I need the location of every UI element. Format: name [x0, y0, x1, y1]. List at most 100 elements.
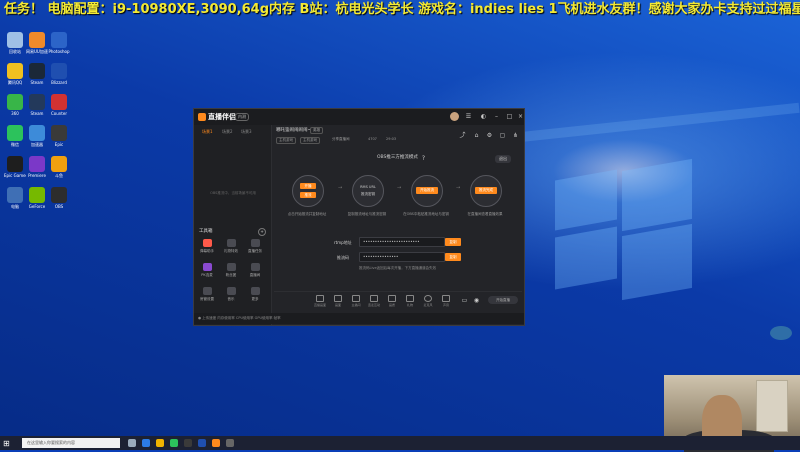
desktop-icon[interactable]: Blizzard — [48, 63, 70, 89]
share-link-icon[interactable]: ⋔ — [511, 131, 520, 140]
start-live-button[interactable]: 开播 — [300, 183, 316, 189]
record-icon[interactable]: ◉ — [472, 296, 481, 305]
bottom-item-screen[interactable]: 直播画面 — [314, 295, 326, 307]
stream-title[interactable]: 哪吒鉴闹闹闹闹~ — [276, 127, 311, 133]
gear-icon[interactable]: ⚙ — [485, 131, 494, 140]
stream-tag[interactable]: 主机游戏 — [300, 137, 320, 144]
tool-task[interactable]: 直播任务 — [245, 239, 265, 257]
avatar[interactable] — [450, 112, 459, 121]
steam-icon[interactable] — [184, 439, 192, 447]
tool-label: 直播间 — [249, 273, 261, 277]
tool-admin[interactable]: 房管设置 — [197, 287, 217, 305]
toolbox-settings-icon[interactable]: + — [258, 228, 266, 236]
minimize-icon[interactable]: – — [492, 112, 501, 121]
wallpaper-pane — [555, 226, 617, 290]
tool-fans[interactable]: 粉丝团 — [221, 263, 241, 281]
obs-icon[interactable] — [226, 439, 234, 447]
desktop-icon[interactable]: 斗鱼 — [48, 156, 70, 182]
wechat-icon[interactable] — [170, 439, 178, 447]
tool-label: PK连麦 — [201, 273, 213, 277]
windows-start-icon[interactable]: ⊞ — [3, 439, 10, 448]
maximize-icon[interactable]: □ — [505, 112, 514, 121]
desktop-icon[interactable]: Epic — [48, 125, 70, 151]
share-room-link[interactable]: 分享直播间 — [332, 137, 350, 142]
desktop-icon[interactable]: 回收站 — [4, 32, 26, 58]
desktop-app-icon — [29, 63, 45, 79]
desktop-icon[interactable]: 腾讯QQ — [4, 63, 26, 89]
speaker-icon — [442, 295, 450, 302]
step-node-1: 开播 推流 — [292, 175, 324, 207]
desktop-icon[interactable]: Steam — [26, 63, 48, 89]
live-companion-icon[interactable] — [212, 439, 220, 447]
bottom-item-quality[interactable]: 画质 — [386, 295, 398, 307]
help-icon[interactable]: ? — [419, 154, 428, 163]
bottom-item-room[interactable]: 主播间 — [350, 295, 362, 307]
tab-scene-3[interactable]: 场景3 — [241, 129, 252, 135]
stream-tag[interactable]: 主机游戏 — [276, 137, 296, 144]
push-done-button[interactable]: 推流完成 — [475, 187, 497, 194]
exit-mode-button[interactable]: 退出 — [495, 155, 511, 163]
desktop-icon[interactable]: Steam — [26, 94, 48, 120]
toolbox-title: 工具箱 — [199, 229, 213, 234]
lock-icon[interactable]: ⌂ — [472, 131, 481, 140]
app-logo: 直播伴侣 — [198, 112, 236, 122]
desktop-icon[interactable]: Epic Games — [4, 156, 26, 182]
skin-icon[interactable]: ◐ — [479, 112, 488, 121]
tool-danmu[interactable]: 弹幕助手 — [197, 239, 217, 257]
bottom-item-mic[interactable]: 麦克风 — [422, 295, 434, 307]
tab-scene-1[interactable]: 场景1 — [202, 129, 213, 135]
camera-icon[interactable]: ▭ — [460, 296, 469, 305]
copy-rtmp-button[interactable]: 复制 — [445, 238, 461, 246]
taskbar: ⊞ 在这里输入你要搜索的内容 — [0, 436, 800, 450]
menu-icon[interactable]: ☰ — [464, 112, 473, 121]
desktop-icon[interactable]: 电脑 — [4, 187, 26, 213]
tool-music[interactable]: 音乐 — [221, 287, 241, 305]
push-key-field[interactable]: ••••••••••••••• — [359, 252, 445, 262]
taskbar-search-input[interactable]: 在这里输入你要搜索的内容 — [22, 438, 120, 448]
desktop-icon-label: Premiere — [28, 173, 46, 178]
desktop-icon[interactable]: GeForce — [26, 187, 48, 213]
desktop-icon[interactable]: 网易UU加速器 — [26, 32, 48, 58]
tool-pk[interactable]: PK连麦 — [197, 263, 217, 281]
desktop-app-icon — [51, 63, 67, 79]
bottom-item-scene[interactable]: 画面 — [332, 295, 344, 307]
start-live-button[interactable]: 开始直播 — [488, 296, 518, 304]
start-push-button[interactable]: 开始推流 — [416, 187, 438, 194]
screenshot-icon[interactable]: ▢ — [498, 131, 507, 140]
stream-category[interactable]: 英雄 — [310, 127, 323, 134]
close-icon[interactable]: × — [516, 112, 525, 121]
app-icon[interactable] — [198, 439, 206, 447]
push-stream-button[interactable]: 推流 — [300, 192, 316, 198]
explorer-icon[interactable] — [156, 439, 164, 447]
desktop-icon[interactable]: Counter — [48, 94, 70, 120]
tool-more[interactable]: 更多 — [245, 287, 265, 305]
pk-icon — [202, 263, 212, 271]
edge-icon[interactable] — [142, 439, 150, 447]
desktop-icon[interactable]: 360 — [4, 94, 26, 120]
desktop-icon[interactable]: 加速器 — [26, 125, 48, 151]
rtmp-field[interactable]: •••••••••••••••••••••••• — [359, 237, 445, 247]
tool-gift[interactable]: 礼物特效 — [221, 239, 241, 257]
desktop-icon[interactable]: Premiere — [26, 156, 48, 182]
tab-scene-2[interactable]: 场景2 — [222, 129, 233, 135]
copy-key-button[interactable]: 复制 — [445, 253, 461, 261]
steam-tray-icon[interactable] — [770, 326, 792, 340]
share-icon[interactable]: ⤴ — [458, 131, 467, 140]
tool-label: 粉丝团 — [225, 273, 237, 277]
desktop-icon[interactable]: 微信 — [4, 125, 26, 151]
bottom-label: 画质 — [388, 303, 395, 307]
desktop-icon[interactable]: OBS — [48, 187, 70, 213]
app-name: 直播伴侣 — [208, 113, 236, 121]
bottom-item-link[interactable]: 连麦互动 — [368, 295, 380, 307]
bottom-item-volume[interactable]: 声音 — [440, 295, 452, 307]
desktop-app-icon — [51, 187, 67, 203]
task-view-icon[interactable] — [128, 439, 136, 447]
tool-room[interactable]: 直播间 — [245, 263, 265, 281]
desktop-app-icon — [51, 156, 67, 172]
desktop-icon[interactable]: Photoshop — [48, 32, 70, 58]
admin-icon — [202, 287, 212, 295]
live-duration: 29:03 — [386, 137, 397, 141]
push-hint: 推流码Live返回后每次开播，下方直播通道会失效 — [359, 266, 437, 270]
desktop-icon-label: 微信 — [11, 142, 19, 147]
bottom-item-gift[interactable]: 礼物 — [404, 295, 416, 307]
